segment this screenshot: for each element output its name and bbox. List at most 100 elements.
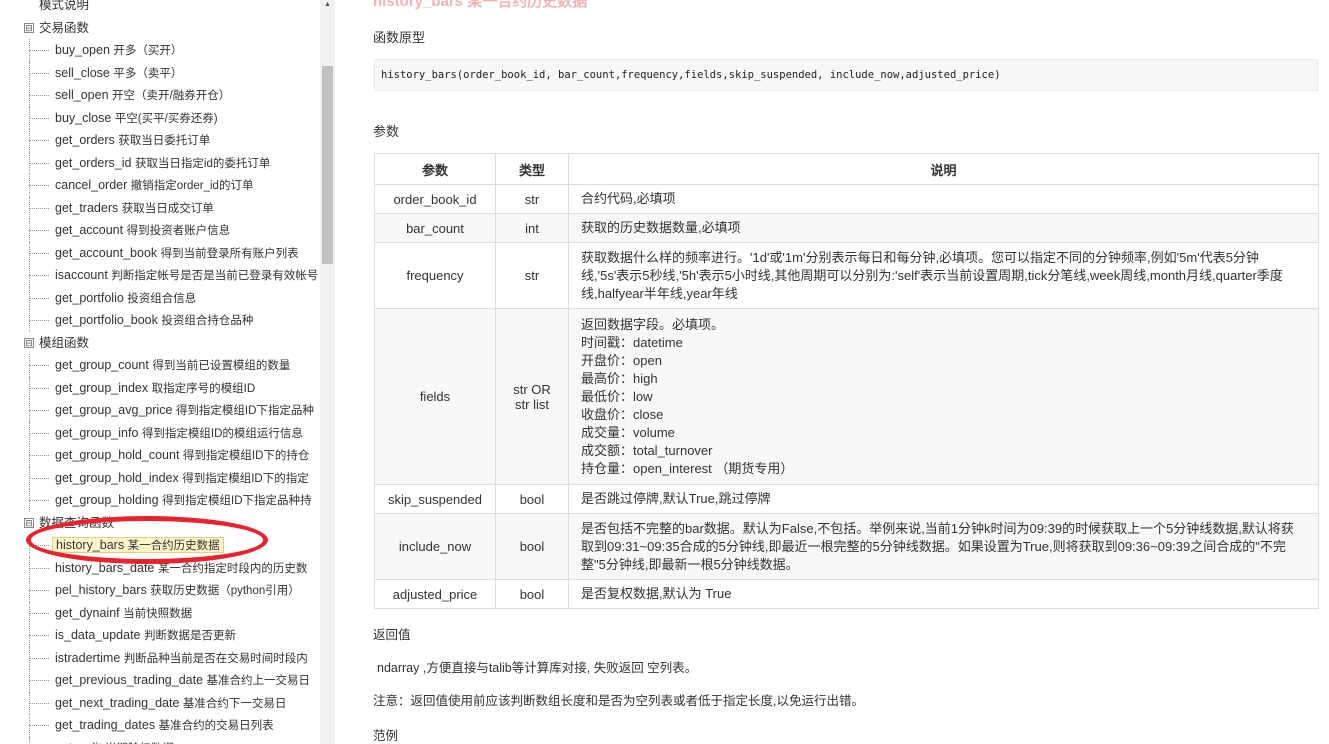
tree-item-label: get_next_trading_date 基准合约下一交易日 <box>55 696 286 710</box>
tree-item-name: buy_close <box>55 110 112 125</box>
tree-group[interactable]: ⊟ 数据查询函数 <box>0 512 320 535</box>
tree-item[interactable]: istradertime 判断品种当前是否在交易时间时段内 <box>0 646 320 669</box>
tree-branch-line <box>29 207 49 209</box>
tree-group[interactable]: ⊟ 模组函数 <box>0 332 320 355</box>
tree-item-label: get_portfolio_book 投资组合持仓品种 <box>55 313 253 327</box>
tree-item-name: get_group_holding <box>55 493 159 507</box>
param-name: frequency <box>374 242 496 309</box>
tree-item[interactable]: is_data_update 判断数据是否更新 <box>0 624 320 647</box>
tree-item-label: get_portfolio 投资组合信息 <box>55 291 196 305</box>
param-name: order_book_id <box>374 184 496 214</box>
tree-item[interactable]: get_group_hold_count 得到指定模组ID下的持仓 <box>0 444 320 467</box>
tree-group[interactable]: ⊟ 交易函数 <box>0 17 320 40</box>
tree-branch-line <box>29 275 49 276</box>
tree-item[interactable]: history_bars 某一合约历史数据 <box>0 534 320 557</box>
tree-item[interactable]: get_portfolio_book 投资组合持仓品种 <box>0 309 320 332</box>
tree-item-name: history_bars_date <box>55 560 155 575</box>
param-desc: 合约代码,必填项 <box>568 184 1319 214</box>
tree-item[interactable]: get_trading_dates 基准合约的交易日列表 <box>0 714 320 737</box>
tree-branch-line <box>29 567 49 569</box>
tree-branch-line <box>29 297 49 299</box>
tree-item[interactable]: get_previous_trading_date 基准合约上一交易日 <box>0 669 320 692</box>
param-name: fields <box>374 308 496 485</box>
tree-item-label: get_group_hold_index 得到指定模组ID下的指定 <box>55 471 309 485</box>
tree-item-label: get_group_avg_price 得到指定模组ID下指定品种 <box>55 403 314 417</box>
tree-item-desc: 开多（买开） <box>113 45 183 57</box>
collapse-toggle-icon[interactable]: ⊟ <box>24 22 34 33</box>
param-desc: 返回数据字段。必填项。 时间戳：datetime 开盘价：open 最高价：high 最… <box>568 308 1319 485</box>
sidebar-scroll-thumb[interactable] <box>322 66 333 264</box>
tree-item[interactable]: get_split 当期除权数据 <box>0 736 320 744</box>
collapse-toggle-icon[interactable]: ⊟ <box>24 337 34 348</box>
tree-item-name: history_bars <box>56 538 125 552</box>
tree-item-label: get_previous_trading_date 基准合约上一交易日 <box>55 673 310 687</box>
tree-item-label: get_account 得到投资者账户信息 <box>55 223 230 237</box>
scroll-up-arrow-icon[interactable]: ▲ <box>322 0 333 10</box>
header-type: 类型 <box>495 153 569 185</box>
tree-item-label: get_split 当期除权数据 <box>55 741 174 744</box>
tree-item[interactable]: isaccount 判断指定帐号是否是当前已登录有效帐号 <box>0 264 320 287</box>
param-type: str <box>495 242 569 309</box>
tree-item-label: get_group_info 得到指定模组ID的模组运行信息 <box>55 426 303 440</box>
tree-item-desc: 某一合约历史数据 <box>127 540 220 552</box>
param-desc: 获取数据什么样的频率进行。'1d'或'1m'分别表示每日和每分钟,必填项。您可以… <box>568 242 1319 309</box>
tree-item-desc: 投资组合持仓品种 <box>161 315 254 327</box>
tree-item-label: get_orders_id 获取当日指定id的委托订单 <box>55 156 270 170</box>
tree-item-label: cancel_order 撤销指定order_id的订单 <box>55 178 253 192</box>
tree-item[interactable]: get_traders 获取当日成交订单 <box>0 196 320 219</box>
tree-item[interactable]: get_group_count 得到当前已设置模组的数量 <box>0 354 320 377</box>
tree-group[interactable]: 模式说明 <box>0 0 320 17</box>
tree-item-label: 数据查询函数 <box>39 516 114 530</box>
tree-item-label: get_account_book 得到当前登录所有账户列表 <box>55 246 299 260</box>
params-table: 参数 类型 说明 order_book_id str 合约代码,必填项 bar_cou… <box>374 153 1319 609</box>
tree-item[interactable]: get_account_book 得到当前登录所有账户列表 <box>0 241 320 264</box>
tree-item[interactable]: cancel_order 撤销指定order_id的订单 <box>0 174 320 197</box>
param-desc-line: 最高价：high <box>581 370 658 386</box>
tree-item[interactable]: get_orders_id 获取当日指定id的委托订单 <box>0 151 320 174</box>
params-heading: 参数 <box>373 124 400 139</box>
tree-item[interactable]: get_account 得到投资者账户信息 <box>0 219 320 242</box>
tree-item[interactable]: get_group_info 得到指定模组ID的模组运行信息 <box>0 421 320 444</box>
param-desc: 是否复权数据,默认为 True <box>568 579 1319 609</box>
tree-item-desc: 获取当日指定id的委托订单 <box>134 157 271 170</box>
tree-item[interactable]: get_group_hold_index 得到指定模组ID下的指定 <box>0 466 320 489</box>
tree-item-name: get_account_book <box>55 245 158 260</box>
tree-item[interactable]: get_group_index 取指定序号的模组ID <box>0 376 320 399</box>
tree-item[interactable]: pel_history_bars 获取历史数据（python引用） <box>0 579 320 602</box>
tree-item[interactable]: buy_open 开多（买开） <box>0 39 320 62</box>
param-desc-line: 成交量：volume <box>581 424 675 440</box>
param-desc-line: 持仓量：open_interest （期货专用） <box>581 460 794 476</box>
doc-content: history_bars 某一合约历史数据 函数原型 history_bars(… <box>355 0 1325 744</box>
tree-item-name: get_dynainf <box>55 605 120 620</box>
tree-item-label: get_group_index 取指定序号的模组ID <box>55 381 255 395</box>
tree-branch-line <box>29 387 49 389</box>
tree-item-name: 模式说明 <box>39 0 90 12</box>
tree-item[interactable]: get_group_holding 得到指定模组ID下指定品种持 <box>0 489 320 512</box>
tree-item-name: get_group_index <box>55 380 149 395</box>
tree-item[interactable]: sell_close 平多（卖平） <box>0 61 320 84</box>
tree-item-label: isaccount 判断指定帐号是否是当前已登录有效帐号 <box>55 268 318 282</box>
param-desc-line: 是否包括不完整的bar数据。默认为False,不包括。举例来说,当前1分钟k时间… <box>581 520 1294 572</box>
tree-item[interactable]: get_group_avg_price 得到指定模组ID下指定品种 <box>0 399 320 422</box>
tree-item-name: get_account <box>55 223 124 237</box>
param-type: bool <box>495 513 569 580</box>
param-name: bar_count <box>374 213 496 243</box>
tree-item[interactable]: sell_open 开空（卖开/融券开仓） <box>0 84 320 107</box>
tree-branch-line <box>29 590 49 591</box>
table-row: skip_suspended bool 是否跳过停牌,默认True,跳过停牌 <box>374 484 1319 514</box>
tree-item[interactable]: get_next_trading_date 基准合约下一交易日 <box>0 691 320 714</box>
tree-item[interactable]: buy_close 平空(买平/买券还券) <box>0 106 320 129</box>
tree-branch-line <box>29 50 49 51</box>
tree-branch-line <box>29 500 49 501</box>
tree-item[interactable]: get_dynainf 当前快照数据 <box>0 601 320 624</box>
tree-item-desc: 平多（卖平） <box>113 67 183 80</box>
tree-branch-line <box>29 477 49 479</box>
tree-item[interactable]: get_orders 获取当日委托订单 <box>0 129 320 152</box>
tree-item-name: is_data_update <box>55 628 141 642</box>
tree-item[interactable]: history_bars_date 某一合约指定时段内的历史数 <box>0 556 320 579</box>
collapse-toggle-icon[interactable]: ⊟ <box>24 517 34 528</box>
tree-item-desc: 平空(买平/买券还券) <box>114 112 218 125</box>
return-text: ndarray ,方便直接与talib等计算库对接, 失败返回 空列表。 <box>377 661 698 675</box>
tree-item[interactable]: get_portfolio 投资组合信息 <box>0 286 320 309</box>
tree-item-label: 模组函数 <box>39 336 89 350</box>
